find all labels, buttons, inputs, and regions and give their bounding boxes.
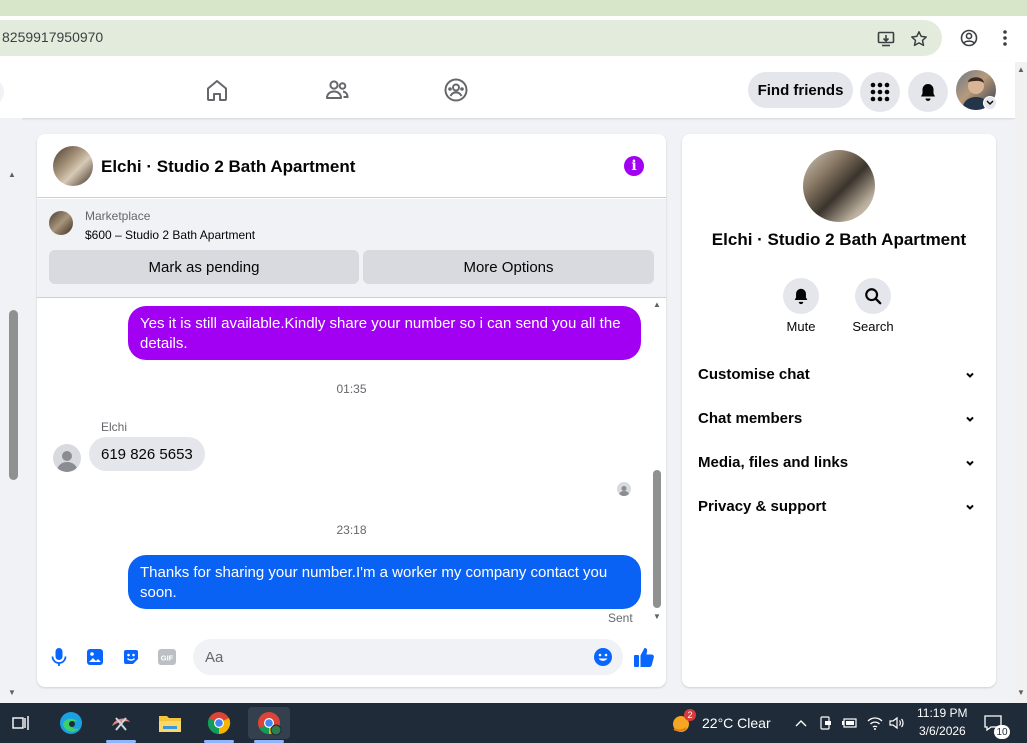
scroll-down-arrow-icon[interactable]: ▼ [1017, 688, 1025, 697]
chevron-down-icon[interactable] [983, 96, 997, 110]
svg-text:GIF: GIF [161, 654, 174, 663]
volume-icon[interactable] [888, 714, 906, 732]
facebook-top-nav: Find friends [0, 62, 1015, 118]
menu-grid-icon[interactable] [860, 72, 900, 112]
url-text[interactable]: 8259917950970 [2, 29, 103, 45]
bookmark-star-icon[interactable] [909, 29, 929, 49]
privacy-support-section[interactable]: Privacy & support [682, 486, 996, 530]
mute-label: Mute [786, 319, 816, 334]
message-input[interactable] [193, 639, 623, 675]
friends-icon[interactable] [317, 74, 357, 106]
task-view-icon[interactable] [3, 707, 39, 739]
photo-icon[interactable] [84, 646, 106, 668]
conversation-info-icon[interactable]: i [624, 156, 644, 176]
marketplace-label: Marketplace [85, 209, 151, 223]
clock-time[interactable]: 11:19 PM [917, 706, 967, 720]
page-scrollbar[interactable]: ▲ ▼ [1015, 62, 1027, 703]
browser-tab-strip [0, 0, 1027, 16]
message-list: Yes it is still available.Kindly share y… [37, 298, 666, 628]
clock-date[interactable]: 3/6/2026 [919, 724, 966, 738]
listing-title[interactable]: $600 – Studio 2 Bath Apartment [85, 228, 255, 242]
chevron-down-icon[interactable] [964, 368, 976, 386]
snipping-tool-icon[interactable] [103, 707, 139, 739]
profile-icon[interactable] [959, 28, 979, 48]
microphone-icon[interactable] [48, 646, 70, 668]
edge-browser-icon[interactable] [53, 707, 89, 739]
notification-count-badge: 10 [994, 725, 1010, 739]
gif-icon[interactable]: GIF [156, 646, 178, 668]
chat-avatar[interactable] [53, 146, 93, 186]
emoji-icon[interactable] [592, 646, 614, 668]
address-bar[interactable]: 8259917950970 [0, 20, 942, 56]
search-label: Search [852, 319, 894, 334]
file-explorer-icon[interactable] [152, 707, 188, 739]
weather-badge: 2 [684, 709, 696, 721]
chat-scrollbar[interactable]: ▲ ▼ [651, 298, 663, 628]
sender-avatar[interactable] [53, 444, 81, 472]
show-hidden-icons-icon[interactable] [792, 714, 810, 732]
outgoing-message[interactable]: Yes it is still available.Kindly share y… [128, 306, 641, 360]
chat-members-section[interactable]: Chat members [682, 398, 996, 442]
install-app-icon[interactable] [876, 29, 896, 49]
scroll-down-arrow-icon[interactable]: ▼ [8, 688, 16, 697]
section-label: Privacy & support [698, 498, 827, 515]
conversation-info-panel: Elchi · Studio 2 Bath Apartment Mute Sea… [682, 134, 996, 687]
incoming-message[interactable]: 619 826 5653 [89, 437, 205, 471]
timestamp-separator: 23:18 [336, 523, 367, 537]
bell-icon[interactable] [783, 278, 819, 314]
mute-action[interactable]: Mute [771, 278, 831, 334]
timestamp-separator: 01:35 [336, 382, 367, 396]
scroll-up-arrow-icon[interactable]: ▲ [8, 170, 16, 179]
search-action[interactable]: Search [843, 278, 903, 334]
chrome-profile-icon[interactable] [248, 707, 290, 739]
search-field-stub[interactable] [0, 78, 4, 106]
message-composer: GIF [37, 634, 666, 680]
scroll-up-arrow-icon[interactable]: ▲ [653, 300, 661, 309]
read-receipt-avatar [617, 482, 631, 496]
battery-icon[interactable] [840, 714, 858, 732]
browser-toolbar: 8259917950970 [0, 16, 1027, 62]
meet-camera-icon[interactable] [817, 714, 835, 732]
chat-title[interactable]: Elchi · Studio 2 Bath Apartment [101, 157, 355, 177]
more-options-button[interactable]: More Options [363, 250, 654, 284]
home-icon[interactable] [197, 74, 237, 106]
browser-menu-icon[interactable] [995, 28, 1015, 48]
chevron-down-icon[interactable] [964, 456, 976, 474]
scroll-down-arrow-icon[interactable]: ▼ [653, 612, 661, 621]
section-label: Media, files and links [698, 454, 849, 471]
left-sidebar-scrollbar[interactable]: ▲ ▼ [0, 118, 22, 703]
conversation-avatar[interactable] [803, 150, 875, 222]
scrollbar-thumb[interactable] [653, 470, 661, 608]
chat-header: Elchi · Studio 2 Bath Apartment i [37, 134, 666, 198]
conversation-name[interactable]: Elchi · Studio 2 Bath Apartment [682, 230, 996, 250]
message-status: Sent [608, 611, 633, 625]
chevron-down-icon[interactable] [964, 412, 976, 430]
sticker-icon[interactable] [120, 646, 142, 668]
notifications-bell-icon[interactable] [908, 72, 948, 112]
sender-name: Elchi [101, 420, 128, 434]
groups-icon[interactable] [436, 74, 476, 106]
weather-text[interactable]: 22°C Clear [702, 715, 771, 731]
scrollbar-thumb[interactable] [9, 310, 18, 480]
chevron-down-icon[interactable] [964, 500, 976, 518]
windows-taskbar: 2 22°C Clear 11:19 PM 3/6/2026 10 [0, 703, 1027, 743]
customise-chat-section[interactable]: Customise chat [682, 354, 996, 398]
listing-thumbnail[interactable] [49, 211, 73, 235]
wifi-icon[interactable] [866, 714, 884, 732]
find-friends-button[interactable]: Find friends [748, 72, 853, 108]
thumbs-up-icon[interactable] [633, 646, 655, 668]
chrome-icon[interactable] [201, 707, 237, 739]
chat-window: Elchi · Studio 2 Bath Apartment i Market… [37, 134, 666, 687]
section-label: Chat members [698, 410, 803, 427]
mark-as-pending-button[interactable]: Mark as pending [49, 250, 359, 284]
section-label: Customise chat [698, 366, 810, 383]
media-files-links-section[interactable]: Media, files and links [682, 442, 996, 486]
search-icon[interactable] [855, 278, 891, 314]
marketplace-banner: Marketplace $600 – Studio 2 Bath Apartme… [37, 199, 666, 298]
outgoing-message[interactable]: Thanks for sharing your number.I'm a wor… [128, 555, 641, 609]
scroll-up-arrow-icon[interactable]: ▲ [1017, 65, 1025, 74]
